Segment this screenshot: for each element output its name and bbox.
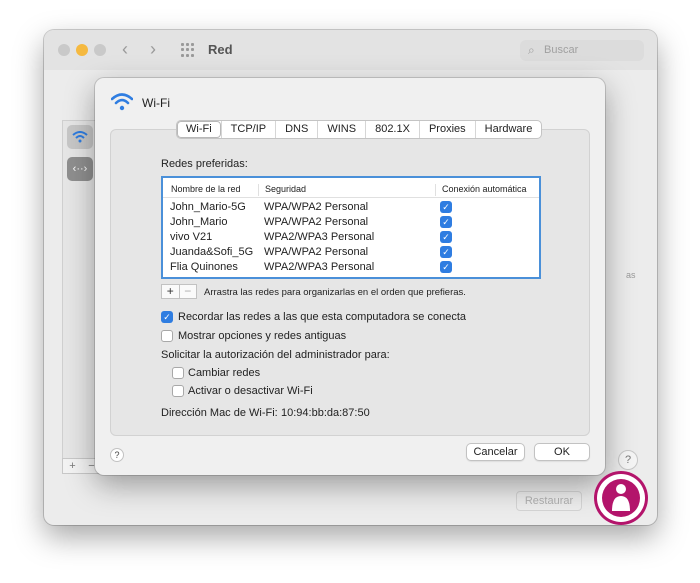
wifi-icon <box>72 131 88 143</box>
auto-join-checkbox[interactable]: ✓ <box>440 201 452 213</box>
network-security: WPA2/WPA3 Personal <box>264 261 375 273</box>
search-field[interactable]: ⌕ Buscar <box>520 40 644 61</box>
tab-dns[interactable]: DNS <box>275 121 317 138</box>
network-services-sidebar: ‹··› <box>62 120 98 465</box>
logo-person-icon <box>612 484 630 511</box>
window-titlebar: ‹ › Red ⌕ Buscar <box>44 30 657 70</box>
table-row[interactable]: Juanda&Sofi_5G WPA/WPA2 Personal ✓ <box>163 245 539 260</box>
network-security: WPA/WPA2 Personal <box>264 201 369 213</box>
show-legacy-checkbox[interactable] <box>161 330 173 342</box>
site-logo-watermark <box>594 471 648 525</box>
change-networks-label[interactable]: Cambiar redes <box>188 367 260 379</box>
column-header-name[interactable]: Nombre de la red <box>165 184 241 196</box>
show-legacy-label[interactable]: Mostrar opciones y redes antiguas <box>178 330 346 342</box>
zoom-window-button[interactable] <box>94 44 106 56</box>
mac-address-label: Dirección Mac de Wi-Fi: <box>161 407 278 419</box>
network-name: vivo V21 <box>170 231 213 243</box>
ethernet-icon: ‹··› <box>72 163 88 175</box>
tab-proxies[interactable]: Proxies <box>418 121 475 138</box>
table-header: Nombre de la red Seguridad Conexión auto… <box>163 178 539 198</box>
obscured-text: as <box>626 270 636 280</box>
toggle-wifi-checkbox[interactable] <box>172 385 184 397</box>
column-header-security[interactable]: Seguridad <box>258 184 306 196</box>
table-row[interactable]: John_Mario-5G WPA/WPA2 Personal ✓ <box>163 200 539 215</box>
network-security: WPA2/WPA3 Personal <box>264 231 375 243</box>
remember-networks-label[interactable]: Recordar las redes a las que esta comput… <box>178 311 466 323</box>
tab-wifi[interactable]: Wi-Fi <box>177 121 221 138</box>
preferred-networks-table[interactable]: Nombre de la red Seguridad Conexión auto… <box>161 176 541 279</box>
help-button[interactable]: ? <box>110 448 124 462</box>
wifi-icon <box>111 93 133 111</box>
remember-networks-checkbox[interactable]: ✓ <box>161 311 173 323</box>
tab-hardware[interactable]: Hardware <box>474 121 542 138</box>
auto-join-checkbox[interactable]: ✓ <box>440 231 452 243</box>
tab-wins[interactable]: WINS <box>317 121 365 138</box>
restore-button[interactable]: Restaurar <box>516 491 582 511</box>
network-name: John_Mario <box>170 216 228 228</box>
table-row[interactable]: Flia Quinones WPA2/WPA3 Personal ✓ <box>163 260 539 275</box>
window-title: Red <box>208 42 233 57</box>
network-name: Flia Quinones <box>170 261 238 273</box>
remove-network-button[interactable]: − <box>178 285 197 298</box>
add-network-button[interactable]: + <box>162 285 179 298</box>
toggle-wifi-label[interactable]: Activar o desactivar Wi-Fi <box>188 385 313 397</box>
minimize-window-button[interactable] <box>76 44 88 56</box>
admin-auth-label: Solicitar la autorización del administra… <box>161 349 390 361</box>
search-icon: ⌕ <box>528 43 535 57</box>
show-all-grid-icon[interactable] <box>181 43 195 57</box>
table-row[interactable]: vivo V21 WPA2/WPA3 Personal ✓ <box>163 230 539 245</box>
wifi-advanced-sheet: Wi-Fi Wi-Fi TCP/IP DNS WINS 802.1X Proxi… <box>95 78 605 475</box>
table-row[interactable]: John_Mario WPA/WPA2 Personal ✓ <box>163 215 539 230</box>
background-help-button[interactable]: ? <box>618 450 638 470</box>
network-security: WPA/WPA2 Personal <box>264 216 369 228</box>
tab-8021x[interactable]: 802.1X <box>365 121 419 138</box>
forward-arrow-icon[interactable]: › <box>150 39 156 60</box>
mac-address-value: 10:94:bb:da:87:50 <box>281 407 370 419</box>
settings-tabs: Wi-Fi TCP/IP DNS WINS 802.1X Proxies Har… <box>176 120 543 139</box>
cancel-button[interactable]: Cancelar <box>466 443 525 461</box>
close-window-button[interactable] <box>58 44 70 56</box>
add-service-button[interactable]: + <box>63 459 82 473</box>
back-arrow-icon[interactable]: ‹ <box>122 39 128 60</box>
change-networks-checkbox[interactable] <box>172 367 184 379</box>
sheet-title: Wi-Fi <box>142 96 170 110</box>
search-placeholder: Buscar <box>544 44 579 56</box>
network-name: Juanda&Sofi_5G <box>170 246 254 258</box>
tab-tcpip[interactable]: TCP/IP <box>220 121 275 138</box>
drag-hint: Arrastra las redes para organizarlas en … <box>204 287 466 298</box>
network-add-remove: + − <box>161 284 197 299</box>
ok-button[interactable]: OK <box>534 443 590 461</box>
auto-join-checkbox[interactable]: ✓ <box>440 246 452 258</box>
sidebar-item-ethernet[interactable]: ‹··› <box>67 157 93 181</box>
column-header-auto-join[interactable]: Conexión automática <box>435 184 527 196</box>
network-name: John_Mario-5G <box>170 201 246 213</box>
preferred-networks-label: Redes preferidas: <box>161 158 248 170</box>
network-security: WPA/WPA2 Personal <box>264 246 369 258</box>
sidebar-item-wifi[interactable] <box>67 125 93 149</box>
auto-join-checkbox[interactable]: ✓ <box>440 261 452 273</box>
auto-join-checkbox[interactable]: ✓ <box>440 216 452 228</box>
